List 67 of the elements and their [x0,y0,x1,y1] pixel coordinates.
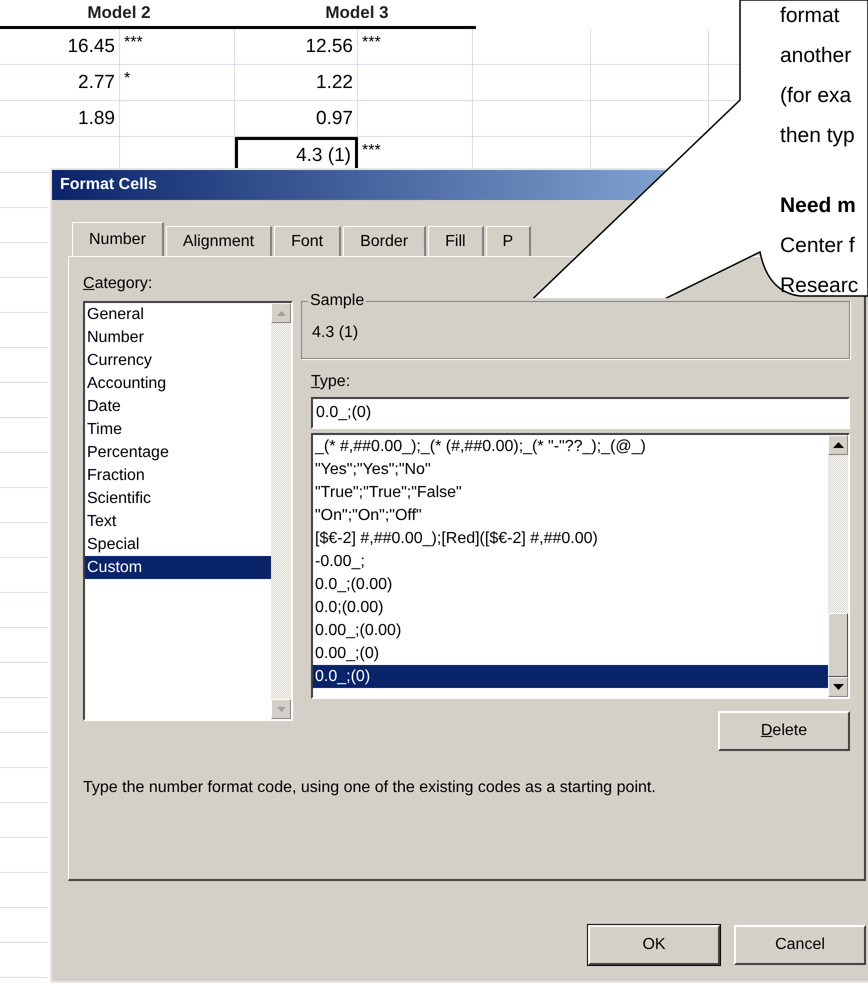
table-cell: 2.77 [0,65,120,100]
callout-text: then typ [780,123,856,149]
cancel-button[interactable]: Cancel [734,925,866,965]
category-item[interactable]: Text [85,510,271,533]
category-item[interactable]: Date [85,395,271,418]
callout-text: Researc [780,273,860,299]
format-item[interactable]: 0.00_;(0) [313,642,828,665]
sample-label: Sample [308,292,366,310]
description-text: Type the number format code, using one of the existing codes as a starting point. [83,779,657,797]
callout-text: (for exa [780,83,852,109]
ok-button[interactable]: OK [588,925,720,965]
format-list[interactable] [311,433,850,699]
caret-up-icon [832,442,844,448]
format-item[interactable]: 0.0_;(0.00) [313,573,828,596]
format-item[interactable]: 0.00_;(0.00) [313,619,828,642]
tab[interactable]: Font [274,226,342,256]
tab[interactable]: P [486,226,532,256]
format-item[interactable]: _(* #,##0.00_);_(* (#,##0.00);_(* "-"??_);_(@_) [313,435,828,458]
category-item[interactable]: General [85,303,271,326]
type-field[interactable]: 0.0_;(0) [311,397,850,429]
category-item[interactable]: Fraction [85,464,271,487]
table-cell: * [120,65,235,100]
tab[interactable]: Fill [428,226,484,256]
tab[interactable]: Alignment [166,226,272,256]
table-cell: *** [358,29,473,64]
callout-text: format [780,3,841,29]
scrollbar[interactable] [828,435,848,697]
delete-button[interactable]: Delete [718,711,850,751]
format-item[interactable]: 0.0_;(0) [313,665,828,688]
category-item[interactable]: Currency [85,349,271,372]
caret-down-icon [832,684,844,690]
callout-text: Center f [780,233,856,259]
callout-text: Need m [780,193,857,219]
table-cell: 0.97 [235,101,358,136]
category-list[interactable]: General Number Currency Accounting Date Time Percentage Fraction Scientific Text Special Custom [83,301,293,721]
table-cell: 1.22 [235,65,358,100]
format-item[interactable]: 0.0;(0.00) [313,596,828,619]
category-item[interactable]: Special [85,533,271,556]
table-cell: 12.56 [235,29,358,64]
table-cell: *** [120,29,235,64]
scroll-up-button[interactable] [828,435,848,455]
scroll-thumb[interactable] [828,613,848,677]
table-cell: 1.89 [0,101,120,136]
tab[interactable]: Number [72,222,164,256]
category-item[interactable]: Number [85,326,271,349]
category-item[interactable]: Accounting [85,372,271,395]
category-item[interactable]: Custom [85,556,271,579]
caret-up-icon [276,310,286,316]
table-cell: 16.45 [0,29,120,64]
format-item[interactable]: "True";"True";"False" [313,481,828,504]
sample-value: 4.3 (1) [312,324,358,341]
tab[interactable]: Border [343,226,426,256]
category-item[interactable]: Scientific [85,487,271,510]
type-label: Type: [311,373,352,391]
format-item[interactable]: "Yes";"Yes";"No" [313,458,828,481]
column-header: Model 3 [324,2,390,24]
window-title: Format Cells [60,176,157,194]
column-header: Model 2 [86,2,152,24]
caret-down-icon [276,706,286,712]
format-item[interactable]: "On";"On";"Off" [313,504,828,527]
format-item[interactable]: [$€-2] #,##0.00_);[Red]([$€-2] #,##0.00) [313,527,828,550]
callout-text: another [780,43,852,69]
category-label: Category: [83,275,154,293]
category-item[interactable]: Percentage [85,441,271,464]
format-item[interactable]: -0.00_; [313,550,828,573]
category-item[interactable]: Time [85,418,271,441]
scroll-down-button[interactable] [828,677,848,697]
